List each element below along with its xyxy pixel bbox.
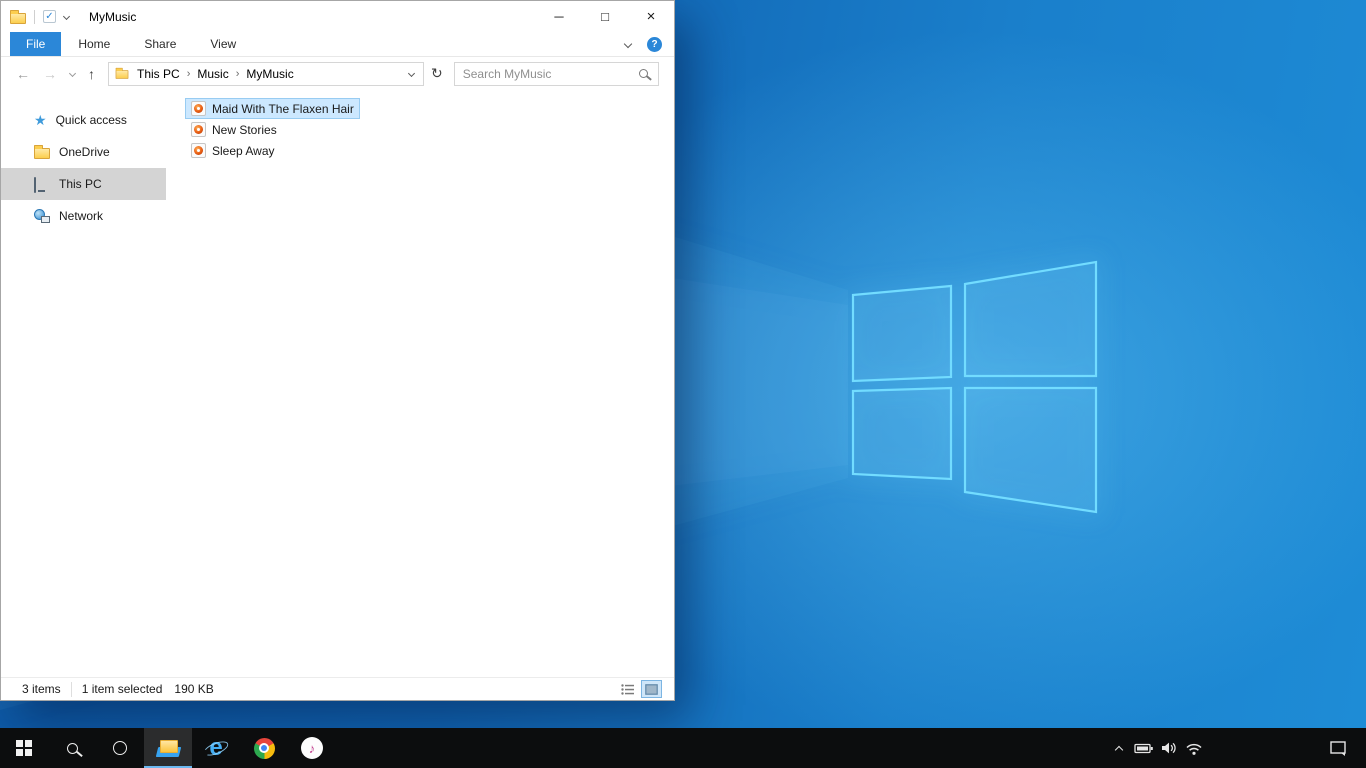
sidebar-item-quick-access[interactable]: ★ Quick access [1, 104, 166, 136]
file-list[interactable]: Maid With The Flaxen Hair New Stories Sl… [166, 90, 674, 677]
refresh-button[interactable]: ↻ [431, 65, 443, 82]
volume-control[interactable] [1156, 728, 1181, 768]
file-name: Sleep Away [212, 143, 275, 158]
sidebar-item-network[interactable]: Network [1, 200, 166, 232]
file-row[interactable]: Sleep Away [185, 140, 281, 161]
chevron-up-icon [1114, 745, 1123, 755]
search-icon[interactable] [638, 69, 648, 78]
action-center-icon [1329, 741, 1346, 756]
hidden-icons-button[interactable] [1106, 728, 1131, 768]
up-button[interactable]: ↑ [88, 66, 95, 82]
edge-button[interactable]: e [192, 728, 240, 768]
caption-buttons: ─ □ × [536, 1, 674, 32]
sidebar-item-label: Network [59, 209, 104, 223]
ribbon-right-controls: ? [623, 32, 662, 56]
taskbar: e ♪ [0, 728, 1366, 768]
breadcrumb-mymusic[interactable]: MyMusic [239, 67, 300, 81]
back-button[interactable]: ← [16, 66, 30, 82]
thumbnails-view-icon [645, 683, 658, 695]
recent-locations-chevron-icon[interactable] [68, 69, 77, 78]
address-dropdown-chevron-icon[interactable] [407, 69, 416, 78]
action-center-button[interactable] [1316, 728, 1360, 768]
selection-size: 190 KB [174, 682, 214, 696]
tab-file[interactable]: File [10, 32, 62, 56]
details-view-button[interactable] [617, 680, 638, 698]
status-bar: 3 items 1 item selected 190 KB [1, 677, 674, 700]
history-navigation: ← → ↑ [16, 66, 95, 82]
chrome-icon [253, 737, 275, 759]
start-button[interactable] [0, 728, 48, 768]
network-icon [34, 209, 50, 223]
help-button[interactable]: ? [647, 36, 662, 52]
breadcrumb-music[interactable]: Music [190, 67, 235, 81]
speaker-icon [1161, 742, 1176, 754]
window-title: MyMusic [89, 9, 137, 24]
thumbnails-view-button[interactable] [641, 680, 662, 698]
ribbon-tabs: File Home Share View ? [1, 32, 674, 57]
system-tray [1106, 728, 1206, 768]
windows-logo-icon [16, 740, 32, 756]
explorer-folder-icon [10, 9, 26, 24]
maximize-button[interactable]: □ [582, 1, 628, 32]
itunes-icon: ♪ [301, 737, 323, 759]
cortana-circle-icon [113, 741, 127, 755]
navigation-pane: ★ Quick access OneDrive This PC Network [1, 90, 166, 677]
this-pc-icon [34, 177, 50, 193]
window-body: ★ Quick access OneDrive This PC Network … [1, 90, 674, 677]
onedrive-icon [34, 145, 50, 159]
wifi-icon [1185, 743, 1202, 755]
address-bar: ← → ↑ This PC › Music › MyMusic ↻ [1, 57, 674, 90]
file-name: Maid With The Flaxen Hair [212, 101, 354, 116]
tab-home[interactable]: Home [61, 32, 127, 56]
sidebar-item-onedrive[interactable]: OneDrive [1, 136, 166, 168]
search-icon [66, 742, 78, 754]
taskbar-search-button[interactable] [48, 728, 96, 768]
status-divider [70, 681, 72, 697]
file-row[interactable]: Maid With The Flaxen Hair [185, 98, 360, 119]
quick-access-toolbar: ✓ [10, 9, 71, 24]
selection-count: 1 item selected [81, 682, 163, 696]
audio-file-icon [191, 143, 206, 158]
minimize-button[interactable]: ─ [536, 1, 582, 32]
explorer-window: ✓ MyMusic ─ □ × File Home Share View ? ←… [0, 0, 675, 701]
breadcrumb[interactable]: This PC › Music › MyMusic [108, 61, 424, 86]
properties-icon[interactable]: ✓ [43, 10, 56, 23]
item-count: 3 items [22, 682, 61, 696]
details-view-icon [621, 683, 634, 695]
tab-view[interactable]: View [193, 32, 253, 56]
breadcrumb-this-pc[interactable]: This PC [130, 67, 187, 81]
sidebar-item-label: This PC [59, 177, 102, 191]
qat-customize-chevron-icon[interactable] [62, 12, 71, 21]
close-button[interactable]: × [628, 1, 674, 32]
tab-share[interactable]: Share [127, 32, 193, 56]
itunes-button[interactable]: ♪ [288, 728, 336, 768]
audio-file-icon [191, 101, 206, 116]
battery-icon [1133, 743, 1153, 753]
expand-ribbon-chevron-icon[interactable] [623, 39, 633, 49]
title-bar[interactable]: ✓ MyMusic ─ □ × [1, 1, 674, 32]
view-toggle-buttons [617, 680, 662, 698]
sidebar-item-label: Quick access [55, 113, 127, 127]
sidebar-item-label: OneDrive [59, 145, 110, 159]
battery-indicator[interactable] [1131, 728, 1156, 768]
audio-file-icon [191, 122, 206, 137]
sidebar-item-this-pc[interactable]: This PC [1, 168, 166, 200]
chrome-button[interactable] [240, 728, 288, 768]
qat-separator [34, 9, 35, 24]
edge-icon: e [201, 735, 231, 761]
location-folder-icon [115, 67, 129, 79]
search-input[interactable] [454, 66, 639, 81]
search-box [453, 61, 659, 86]
quick-access-star-icon: ★ [34, 112, 47, 128]
file-explorer-button[interactable] [144, 728, 192, 768]
file-row[interactable]: New Stories [185, 119, 283, 140]
forward-button[interactable]: → [43, 66, 57, 82]
cortana-button[interactable] [96, 728, 144, 768]
network-status[interactable] [1181, 728, 1206, 768]
file-name: New Stories [212, 122, 277, 137]
file-explorer-icon [155, 739, 181, 757]
